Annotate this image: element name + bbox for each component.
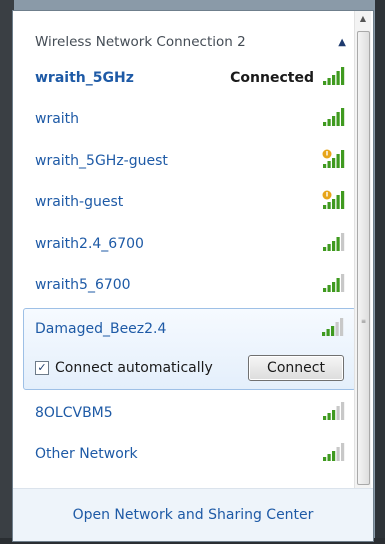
signal-bar: [323, 80, 327, 85]
signal-bar: [336, 153, 340, 168]
network-item[interactable]: wraith_5GHz-guest: [23, 140, 356, 182]
signal-bar: [336, 236, 340, 251]
signal-bar: [323, 246, 327, 251]
scroll-up-arrow-icon[interactable]: ▲: [355, 11, 371, 27]
signal-bar: [323, 163, 327, 168]
signal-bar: [332, 157, 336, 168]
connect-automatically-checkbox[interactable]: ✓: [35, 361, 49, 375]
network-flyout: Wireless Network Connection 2 ▲ wraith_5…: [12, 10, 374, 542]
signal-icon: [322, 232, 346, 256]
network-item[interactable]: wraith-guest: [23, 182, 356, 224]
signal-bar: [332, 451, 336, 462]
signal-bar: [341, 149, 345, 168]
network-name: wraith_5GHz: [35, 69, 134, 86]
network-name: wraith_5GHz-guest: [35, 152, 168, 169]
signal-bar: [341, 191, 345, 210]
signal-bar: [326, 329, 330, 336]
signal-bar: [323, 122, 327, 127]
network-item[interactable]: wraith: [23, 99, 356, 141]
signal-bar: [341, 108, 345, 127]
network-list: Wireless Network Connection 2 ▲ wraith_5…: [23, 27, 356, 475]
signal-bar: [332, 282, 336, 293]
signal-bar: [331, 326, 335, 336]
signal-bar: [323, 457, 327, 462]
signal-bar: [341, 66, 345, 85]
signal-bar: [327, 412, 331, 420]
signal-icon: [321, 317, 345, 341]
signal-bar: [341, 443, 345, 462]
signal-icon: [322, 401, 346, 425]
unsecured-signal-icon: [322, 190, 346, 214]
signal-bar: [332, 116, 336, 127]
signal-bar: [327, 454, 331, 462]
signal-bar: [340, 318, 344, 336]
network-name: wraith2.4_6700: [35, 235, 144, 252]
unsecured-signal-icon: [322, 149, 346, 173]
connect-button-label: Connect: [267, 360, 325, 376]
signal-icon: [322, 273, 346, 297]
signal-icon: [322, 107, 346, 131]
signal-bar: [336, 405, 340, 420]
scrollbar-thumb[interactable]: ≡: [357, 31, 370, 485]
connection-title: Wireless Network Connection 2: [35, 34, 246, 50]
network-list-scrollbar[interactable]: ▲ ≡ ▼: [354, 11, 371, 541]
network-name: 8OLCVBM5: [35, 404, 113, 421]
signal-bar: [323, 415, 327, 420]
signal-bar: [341, 232, 345, 251]
flyout-footer: Open Network and Sharing Center: [13, 488, 373, 541]
network-name: Other Network: [35, 446, 138, 463]
signal-bar: [332, 199, 336, 210]
network-item[interactable]: wraith5_6700: [23, 265, 356, 307]
signal-bar: [335, 322, 339, 336]
selected-network-item[interactable]: Damaged_Beez2.4 ✓ Connect automatically …: [23, 308, 356, 390]
open-network-sharing-center-link[interactable]: Open Network and Sharing Center: [73, 507, 314, 523]
network-item[interactable]: wraith_5GHz Connected: [23, 57, 356, 99]
signal-bar: [327, 160, 331, 168]
signal-bar: [336, 70, 340, 85]
signal-icon: [322, 66, 346, 90]
network-name: Damaged_Beez2.4: [35, 321, 167, 337]
signal-bar: [332, 240, 336, 251]
network-name: wraith-guest: [35, 194, 124, 211]
signal-bar: [323, 288, 327, 293]
connected-status: Connected: [230, 69, 314, 86]
signal-bar: [327, 119, 331, 127]
signal-bar: [341, 274, 345, 293]
grip-icon: ≡: [361, 318, 367, 325]
signal-bar: [332, 74, 336, 85]
chevron-up-icon[interactable]: ▲: [338, 37, 346, 48]
network-item[interactable]: wraith2.4_6700: [23, 223, 356, 265]
connection-header[interactable]: Wireless Network Connection 2 ▲: [23, 27, 356, 57]
connect-automatically-label: Connect automatically: [55, 360, 213, 376]
signal-bar: [322, 332, 326, 336]
signal-bar: [332, 409, 336, 420]
network-item[interactable]: Other Network: [23, 434, 356, 476]
signal-bar: [336, 447, 340, 462]
signal-bar: [336, 112, 340, 127]
signal-bar: [323, 205, 327, 210]
signal-bar: [327, 202, 331, 210]
signal-icon: [322, 442, 346, 466]
signal-bar: [336, 195, 340, 210]
signal-bar: [327, 243, 331, 251]
connect-automatically-option[interactable]: ✓ Connect automatically: [35, 360, 213, 376]
network-name: wraith: [35, 111, 80, 128]
network-name: wraith5_6700: [35, 277, 131, 294]
network-item[interactable]: 8OLCVBM5: [23, 392, 356, 434]
signal-bar: [336, 278, 340, 293]
background-window-right: [375, 0, 385, 544]
signal-bar: [327, 77, 331, 85]
signal-bar: [341, 401, 345, 420]
signal-bar: [327, 285, 331, 293]
connect-button[interactable]: Connect: [248, 355, 344, 381]
